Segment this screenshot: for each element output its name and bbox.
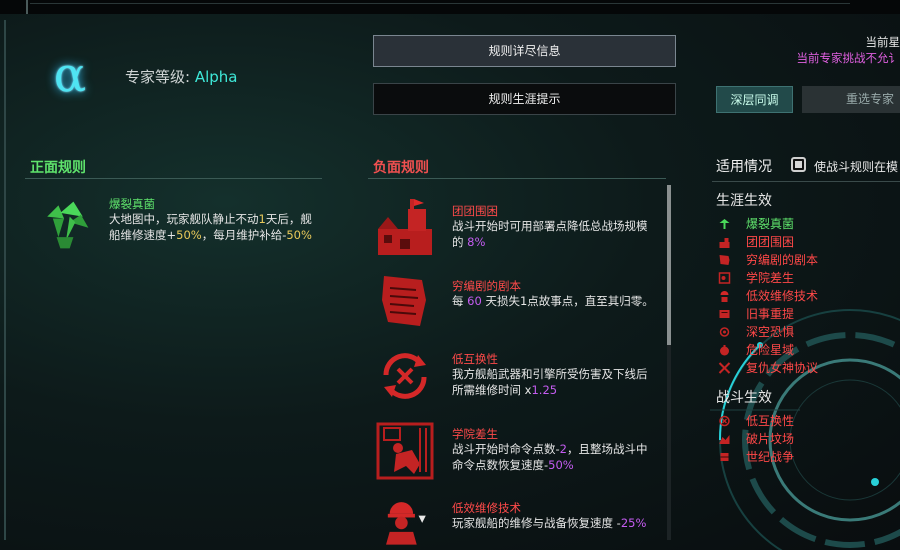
combat-effect-title: 战斗生效 <box>716 390 772 406</box>
deep-space-fear-icon <box>719 327 730 337</box>
positive-rules-title: 正面规则 <box>30 160 86 176</box>
mechanic-icon <box>720 291 729 302</box>
century-war-icon <box>720 453 729 461</box>
no-swap-icon <box>719 415 730 427</box>
negative-rule-item: 穷编剧的剧本 每 60 天损失1点故事点，直至其归零。 <box>374 270 664 334</box>
career-item: 危险星域 <box>716 341 818 359</box>
left-frame-line <box>4 20 20 540</box>
mushroom-icon <box>47 201 89 249</box>
torn-script-icon <box>382 276 426 326</box>
torn-script-icon <box>719 255 730 265</box>
combat-item: 低互换性 <box>716 412 794 430</box>
career-item: 深空恐惧 <box>716 323 818 341</box>
negative-rule-item: 低互换性 我方舰船武器和引擎所受伤害及下线后所需维修时间 x1.25 <box>374 345 664 409</box>
no-swap-icon <box>383 353 427 399</box>
top-strip <box>30 0 850 4</box>
expert-level-prefix: 专家等级: <box>125 68 195 86</box>
career-item: 穷编剧的剧本 <box>716 251 818 269</box>
rule-name: 穷编剧的剧本 <box>452 279 521 293</box>
career-item: 低效维修技术 <box>716 287 818 305</box>
rules-scrollbar[interactable] <box>667 185 671 540</box>
mechanic-icon <box>386 502 426 545</box>
debris-graveyard-icon <box>719 435 730 444</box>
rule-name: 爆裂真菌 <box>109 197 155 211</box>
window-corner-decoration <box>0 0 28 14</box>
combat-effect-list: 低互换性 破片坟场 世纪战争 <box>716 412 794 466</box>
applicability-title: 适用情况 <box>716 159 772 175</box>
rule-description: 大地图中，玩家舰队静止不动1天后，舰船维修速度+50%，每月维护补给-50% <box>109 212 312 242</box>
positive-rule-item: 爆裂真菌 大地图中，玩家舰队静止不动1天后，舰船维修速度+50%，每月维护补给-… <box>36 196 326 260</box>
reselect-expert-button[interactable]: 重选专家 <box>802 86 900 113</box>
rule-description: 战斗开始时可用部署点降低总战场规模的 8% <box>452 219 648 249</box>
negative-rule-item: 低效维修技术 玩家舰船的维修与战备恢复速度 -25% <box>374 494 664 550</box>
negative-rule-item: 学院差生 战斗开始时命令点数-2，且整场战斗中命令点数恢复速度-50% <box>374 420 664 484</box>
combat-rules-checkbox-label: 使战斗规则在模 <box>814 160 899 174</box>
expert-level-label: 专家等级: Alpha <box>125 66 237 87</box>
struggling-student-icon <box>376 422 434 480</box>
siege-castle-icon <box>378 199 432 255</box>
negative-rules-title: 负面规则 <box>373 160 429 176</box>
siege-castle-icon <box>719 238 730 248</box>
danger-sector-icon <box>720 345 729 356</box>
rule-description: 每 60 天损失1点故事点，直至其归零。 <box>452 294 654 308</box>
tab-deep-sync[interactable]: 深层同调 <box>716 86 793 113</box>
rule-description: 我方舰船武器和引擎所受伤害及下线后所需维修时间 x1.25 <box>452 367 648 397</box>
status-line-1: 当前星 <box>865 35 900 49</box>
status-line-2: 当前专家挑战不允讠 <box>796 51 900 65</box>
rule-name: 团团围困 <box>452 204 498 218</box>
career-effect-list: 爆裂真菌 团团围困 穷编剧的剧本 学院差生 低效维修技术 旧事重提 深空恐惧 危… <box>716 215 818 377</box>
nemesis-protocol-icon <box>718 362 731 374</box>
mushroom-icon <box>719 219 730 229</box>
career-item: 学院差生 <box>716 269 818 287</box>
rule-career-hints-button[interactable]: 规则生涯提示 <box>373 83 676 115</box>
rule-details-button[interactable]: 规则详尽信息 <box>373 35 676 67</box>
rule-description: 玩家舰船的维修与战备恢复速度 -25% <box>452 516 647 530</box>
career-item: 旧事重提 <box>716 305 818 323</box>
rule-description: 战斗开始时命令点数-2，且整场战斗中命令点数恢复速度-50% <box>452 442 648 472</box>
expert-level-value: Alpha <box>194 68 238 86</box>
combat-item: 破片坟场 <box>716 430 794 448</box>
divider <box>712 181 900 182</box>
rule-name: 学院差生 <box>452 427 498 441</box>
career-item: 爆裂真菌 <box>716 215 818 233</box>
career-item: 团团围困 <box>716 233 818 251</box>
career-effect-title: 生涯生效 <box>716 193 772 209</box>
divider <box>25 178 322 179</box>
rule-name: 低效维修技术 <box>452 501 521 515</box>
alpha-rank-icon: α <box>53 47 87 103</box>
combat-item: 世纪战争 <box>716 448 794 466</box>
combat-rules-checkbox[interactable] <box>791 157 806 172</box>
career-item: 复仇女神协议 <box>716 359 818 377</box>
rule-name: 低互换性 <box>452 352 498 366</box>
negative-rule-item: 团团围困 战斗开始时可用部署点降低总战场规模的 8% <box>374 195 664 259</box>
struggling-student-icon <box>718 272 731 284</box>
challenge-status: 当前星 当前专家挑战不允讠 <box>797 34 900 66</box>
scrollbar-thumb[interactable] <box>667 185 671 345</box>
old-matters-icon <box>719 310 730 318</box>
divider <box>368 178 666 179</box>
